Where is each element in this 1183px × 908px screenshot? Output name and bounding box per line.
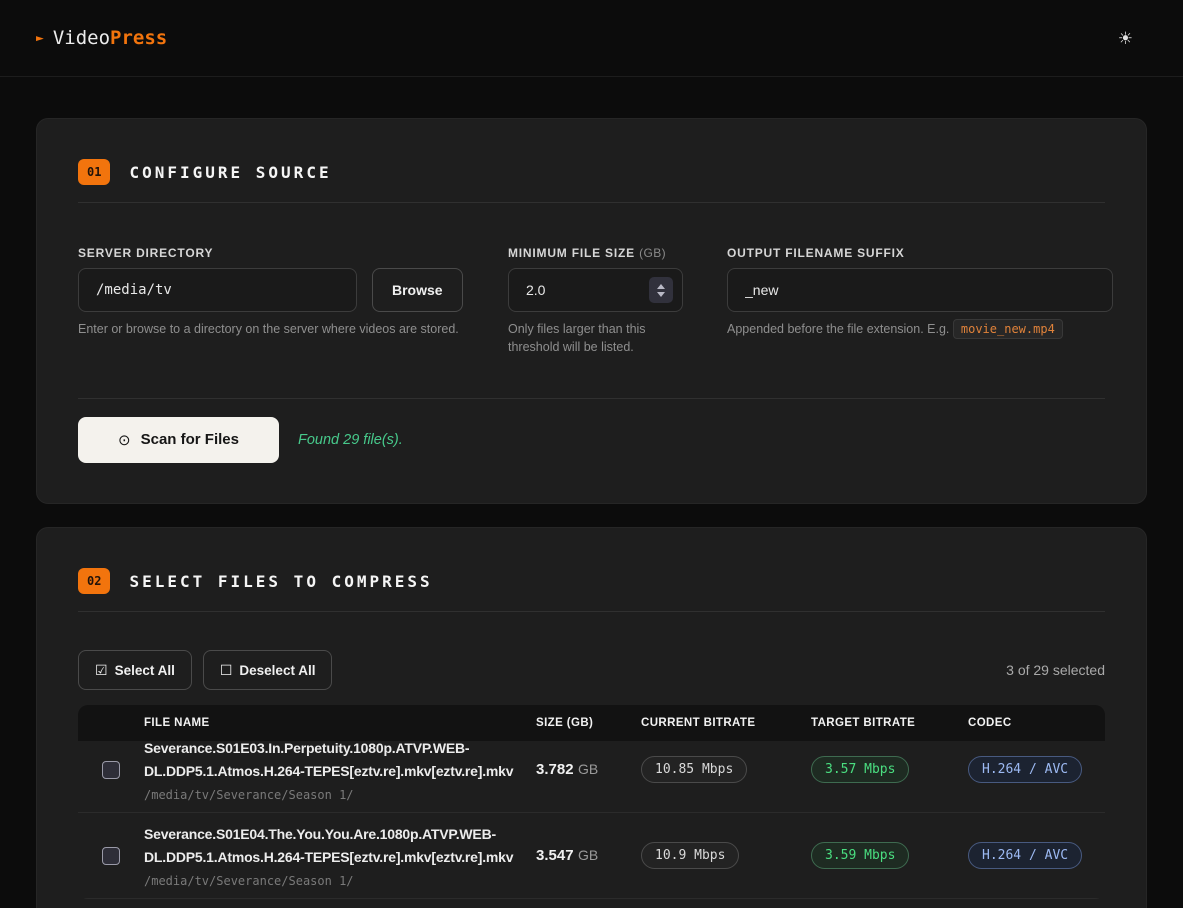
logo-text-press: Press [110,27,167,49]
min-file-size-field-group: MINIMUM FILE SIZE (GB) Only files larger… [508,246,683,356]
select-all-button[interactable]: ☑Select All [78,650,192,690]
files-table-header: FILE NAME SIZE (GB) CURRENT BITRATE TARG… [78,705,1105,741]
checked-box-icon: ☑ [95,662,108,678]
col-size: SIZE (GB) [536,717,641,729]
file-path-text: /media/tv/Severance/Season 1/ [144,874,518,888]
server-directory-input[interactable] [78,268,357,312]
server-directory-helper: Enter or browse to a directory on the se… [78,321,464,338]
codec-badge: H.264 / AVC [968,756,1082,783]
col-current-bitrate: CURRENT BITRATE [641,717,811,729]
theme-toggle-sun-icon[interactable]: ☀ [1118,30,1133,47]
file-size-value: 3.547 [536,847,574,864]
scan-for-files-button[interactable]: ⊙ Scan for Files [78,417,279,463]
file-name-text: Severance.S01E04.The.You.You.Are.1080p.A… [144,823,518,869]
section-divider [78,398,1105,399]
configure-source-header: 01 CONFIGURE SOURCE [78,159,1105,185]
logo-text-video: Video [53,27,110,49]
configure-form: SERVER DIRECTORY Browse Enter or browse … [78,246,1105,356]
stepper-down-icon[interactable] [657,292,665,297]
browse-button[interactable]: Browse [372,268,463,312]
scan-row: ⊙ Scan for Files Found 29 file(s). [78,417,1105,463]
files-table-body: Severance.S01E03.In.Perpetuity.1080p.ATV… [78,727,1105,899]
select-files-card: 02 SELECT FILES TO COMPRESS ☑Select All … [36,527,1147,908]
file-size-value: 3.782 [536,761,574,778]
table-row: Severance.S01E04.The.You.You.Are.1080p.A… [78,813,1105,899]
col-target-bitrate: TARGET BITRATE [811,717,968,729]
min-file-size-unit: (GB) [639,246,666,260]
output-suffix-helper: Appended before the file extension. E.g.… [727,321,1113,338]
current-bitrate-badge: 10.9 Mbps [641,842,739,869]
empty-box-icon: ☐ [220,662,233,678]
row-checkbox[interactable] [102,847,120,865]
selected-count-text: 3 of 29 selected [1006,662,1105,678]
section-divider [78,611,1105,612]
output-suffix-label: OUTPUT FILENAME SUFFIX [727,246,1113,260]
row-checkbox[interactable] [102,761,120,779]
file-path-text: /media/tv/Severance/Season 1/ [144,788,518,802]
output-suffix-field-group: OUTPUT FILENAME SUFFIX Appended before t… [727,246,1113,356]
file-name-text: Severance.S01E03.In.Perpetuity.1080p.ATV… [144,737,518,783]
col-codec: CODEC [968,717,1105,729]
number-stepper[interactable] [649,277,673,303]
select-files-title: SELECT FILES TO COMPRESS [129,572,432,591]
scan-target-icon: ⊙ [118,431,131,449]
min-file-size-label: MINIMUM FILE SIZE (GB) [508,246,683,260]
section-divider [78,202,1105,203]
codec-badge: H.264 / AVC [968,842,1082,869]
output-suffix-input[interactable] [727,268,1113,312]
step-badge-02: 02 [78,568,110,594]
target-bitrate-badge: 3.59 Mbps [811,842,909,869]
server-directory-label: SERVER DIRECTORY [78,246,464,260]
logo-arrow-icon: ► [36,31,44,46]
deselect-all-button[interactable]: ☐Deselect All [203,650,333,690]
target-bitrate-badge: 3.57 Mbps [811,756,909,783]
col-file-name: FILE NAME [144,717,536,729]
stepper-up-icon[interactable] [657,284,665,289]
top-bar: ► VideoPress ☀ [0,0,1183,77]
select-files-header: 02 SELECT FILES TO COMPRESS [78,568,1105,594]
configure-source-card: 01 CONFIGURE SOURCE SERVER DIRECTORY Bro… [36,118,1147,504]
file-size-unit: GB [578,761,598,777]
current-bitrate-badge: 10.85 Mbps [641,756,747,783]
app-logo: ► VideoPress [36,27,167,49]
files-table: FILE NAME SIZE (GB) CURRENT BITRATE TARG… [78,705,1105,899]
step-badge-01: 01 [78,159,110,185]
scan-result-text: Found 29 file(s). [298,432,403,448]
configure-source-title: CONFIGURE SOURCE [129,163,331,182]
server-directory-field-group: SERVER DIRECTORY Browse Enter or browse … [78,246,464,356]
selection-controls: ☑Select All ☐Deselect All 3 of 29 select… [78,650,1105,690]
suffix-example-code: movie_new.mp4 [953,319,1063,339]
min-file-size-helper: Only files larger than this threshold wi… [508,321,683,356]
file-size-unit: GB [578,847,598,863]
